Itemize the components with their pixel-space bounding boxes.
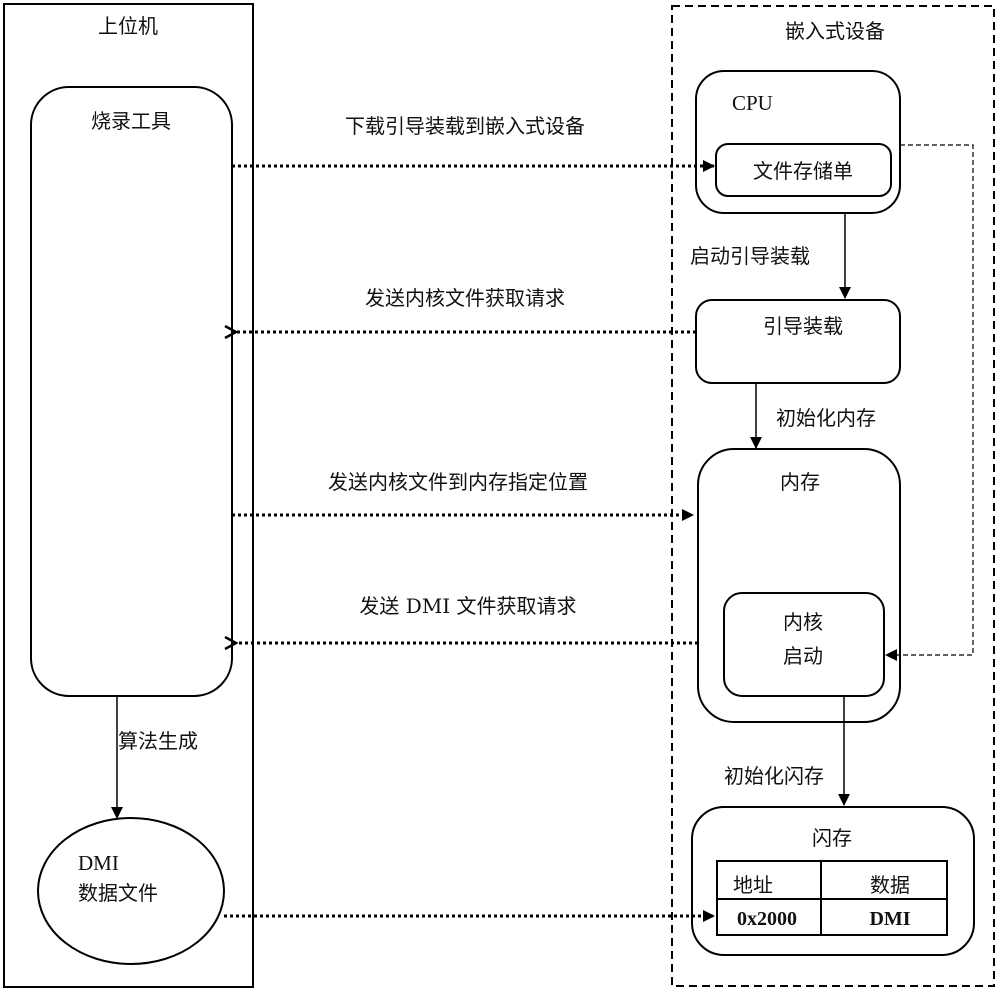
- init-mem-edge-label: 初始化内存: [776, 406, 876, 430]
- message-download-bootloader-label: 下载引导装载到嵌入式设备: [345, 114, 585, 138]
- flash-table: 地址 数据 0x2000 DMI: [716, 860, 948, 936]
- burn-tool-label: 烧录工具: [91, 109, 171, 133]
- message-kernel-request-label: 发送内核文件获取请求: [365, 286, 565, 310]
- flash-label: 闪存: [812, 826, 852, 850]
- bootloader-label: 引导装载: [763, 314, 843, 338]
- host-container: [3, 3, 254, 988]
- start-boot-edge-label: 启动引导装载: [690, 244, 810, 268]
- flash-table-cell-data: DMI: [869, 908, 910, 930]
- file-store-label: 文件存储单: [753, 159, 853, 183]
- message-dmi-request-label: 发送 DMI 文件获取请求: [359, 594, 576, 618]
- host-title: 上位机: [98, 14, 158, 38]
- bootloader-box[interactable]: [695, 299, 901, 384]
- cpu-box[interactable]: [695, 70, 901, 214]
- diagram-canvas: 上位机 烧录工具 算法生成 DMI 数据文件 嵌入式设备 CPU 文件存储单 启…: [0, 0, 1000, 991]
- algo-edge-label: 算法生成: [118, 729, 198, 753]
- diagram-svg: 上位机 烧录工具 算法生成 DMI 数据文件 嵌入式设备 CPU 文件存储单 启…: [3, 3, 995, 988]
- init-flash-edge-label: 初始化闪存: [724, 764, 824, 788]
- dmi-file-line2: 数据文件: [78, 881, 158, 905]
- dmi-file-line1: DMI: [78, 851, 119, 875]
- device-title: 嵌入式设备: [785, 19, 885, 43]
- kernel-start-line2: 启动: [783, 644, 823, 668]
- memory-label: 内存: [780, 470, 820, 494]
- flash-table-cell-address: 0x2000: [737, 908, 797, 930]
- kernel-start-line1: 内核: [783, 610, 823, 634]
- cpu-label: CPU: [732, 91, 773, 115]
- message-send-kernel-label: 发送内核文件到内存指定位置: [328, 470, 588, 494]
- flash-table-header-address: 地址: [733, 873, 773, 897]
- burn-tool-box[interactable]: [30, 86, 233, 697]
- flash-table-header-data: 数据: [870, 873, 910, 897]
